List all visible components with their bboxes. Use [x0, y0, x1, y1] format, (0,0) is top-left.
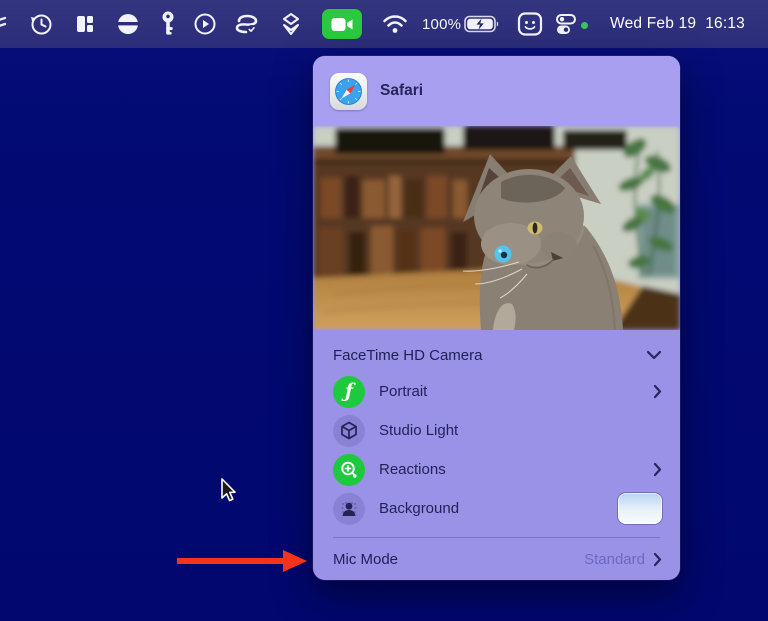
menu-bar: 100% Wed Feb 19 16:13 [0, 0, 768, 48]
popover-controls: FaceTime HD Camera ƒ Portrait Studio Lig… [313, 330, 680, 580]
battery-glyph [464, 15, 501, 34]
app-name: Safari [380, 82, 423, 100]
camera-select-label: FaceTime HD Camera [333, 347, 482, 364]
camera-preview [313, 126, 680, 330]
play-circle-glyph [193, 12, 217, 36]
circle-slot-glyph [116, 12, 140, 36]
wifi-icon[interactable] [380, 0, 410, 48]
menubar-clock[interactable]: Wed Feb 19 16:13 [610, 0, 745, 48]
swoosh-check-icon[interactable] [231, 0, 263, 48]
edge-clipped-icon[interactable] [0, 0, 11, 48]
control-toggles-glyph [553, 11, 579, 37]
reactions-row[interactable]: Reactions [313, 450, 680, 489]
chevron-down-icon [646, 350, 662, 360]
menubar-time: 16:13 [705, 15, 745, 33]
reactions-label: Reactions [379, 461, 639, 478]
time-machine-icon[interactable] [27, 0, 55, 48]
key-icon[interactable] [156, 0, 180, 48]
layers-glyph [278, 11, 304, 37]
time-machine-glyph [29, 12, 54, 37]
studio-light-row[interactable]: Studio Light [313, 411, 680, 450]
red-annotation-arrow [173, 548, 309, 574]
chevron-right-icon [653, 552, 662, 567]
green-status-dot [581, 22, 588, 29]
edge-clipped-glyph [0, 16, 10, 32]
video-camera-glyph [331, 17, 353, 32]
video-controls-popover: Safari [313, 56, 680, 580]
background-row[interactable]: Background [313, 489, 680, 528]
camera-preview-image [313, 126, 680, 330]
smiley-app-glyph [516, 10, 544, 38]
chevron-right-icon [653, 384, 662, 399]
camera-select-row[interactable]: FaceTime HD Camera [313, 338, 680, 372]
person-silhouette-glyph [339, 499, 359, 519]
window-tiles-glyph [73, 12, 97, 36]
safari-compass-glyph [334, 77, 363, 106]
studio-light-label: Studio Light [379, 422, 662, 439]
background-preview-swatch[interactable] [618, 493, 662, 524]
background-label: Background [379, 500, 604, 517]
control-toggles-icon[interactable] [551, 0, 581, 48]
background-person-icon [333, 493, 365, 525]
camera-active-button[interactable] [322, 9, 362, 39]
popover-app-header: Safari [313, 56, 680, 126]
battery-charging-icon[interactable] [462, 0, 502, 48]
safari-compass-icon [330, 73, 367, 110]
mic-mode-row[interactable]: Mic Mode Standard [313, 538, 680, 580]
battery-percent: 100% [422, 0, 461, 48]
smiley-app-icon[interactable] [513, 0, 547, 48]
studio-light-cube-icon [333, 415, 365, 447]
mic-mode-value: Standard [584, 551, 645, 568]
layers-icon[interactable] [276, 0, 306, 48]
aperture-f-glyph: ƒ [345, 380, 353, 402]
play-circle-icon[interactable] [191, 0, 219, 48]
key-glyph [161, 11, 175, 37]
circle-slot-icon[interactable] [114, 0, 142, 48]
window-tiles-icon[interactable] [71, 0, 99, 48]
portrait-aperture-icon: ƒ [333, 376, 365, 408]
wifi-glyph [382, 13, 408, 35]
mic-mode-label: Mic Mode [333, 551, 576, 568]
reactions-icon [333, 454, 365, 486]
swoosh-check-glyph [233, 12, 261, 36]
portrait-label: Portrait [379, 383, 639, 400]
menubar-date: Wed Feb 19 [610, 15, 696, 33]
reactions-glyph [339, 460, 359, 480]
cube-glyph [340, 421, 358, 440]
chevron-right-icon [653, 462, 662, 477]
portrait-row[interactable]: ƒ Portrait [313, 372, 680, 411]
mouse-cursor [218, 477, 236, 505]
